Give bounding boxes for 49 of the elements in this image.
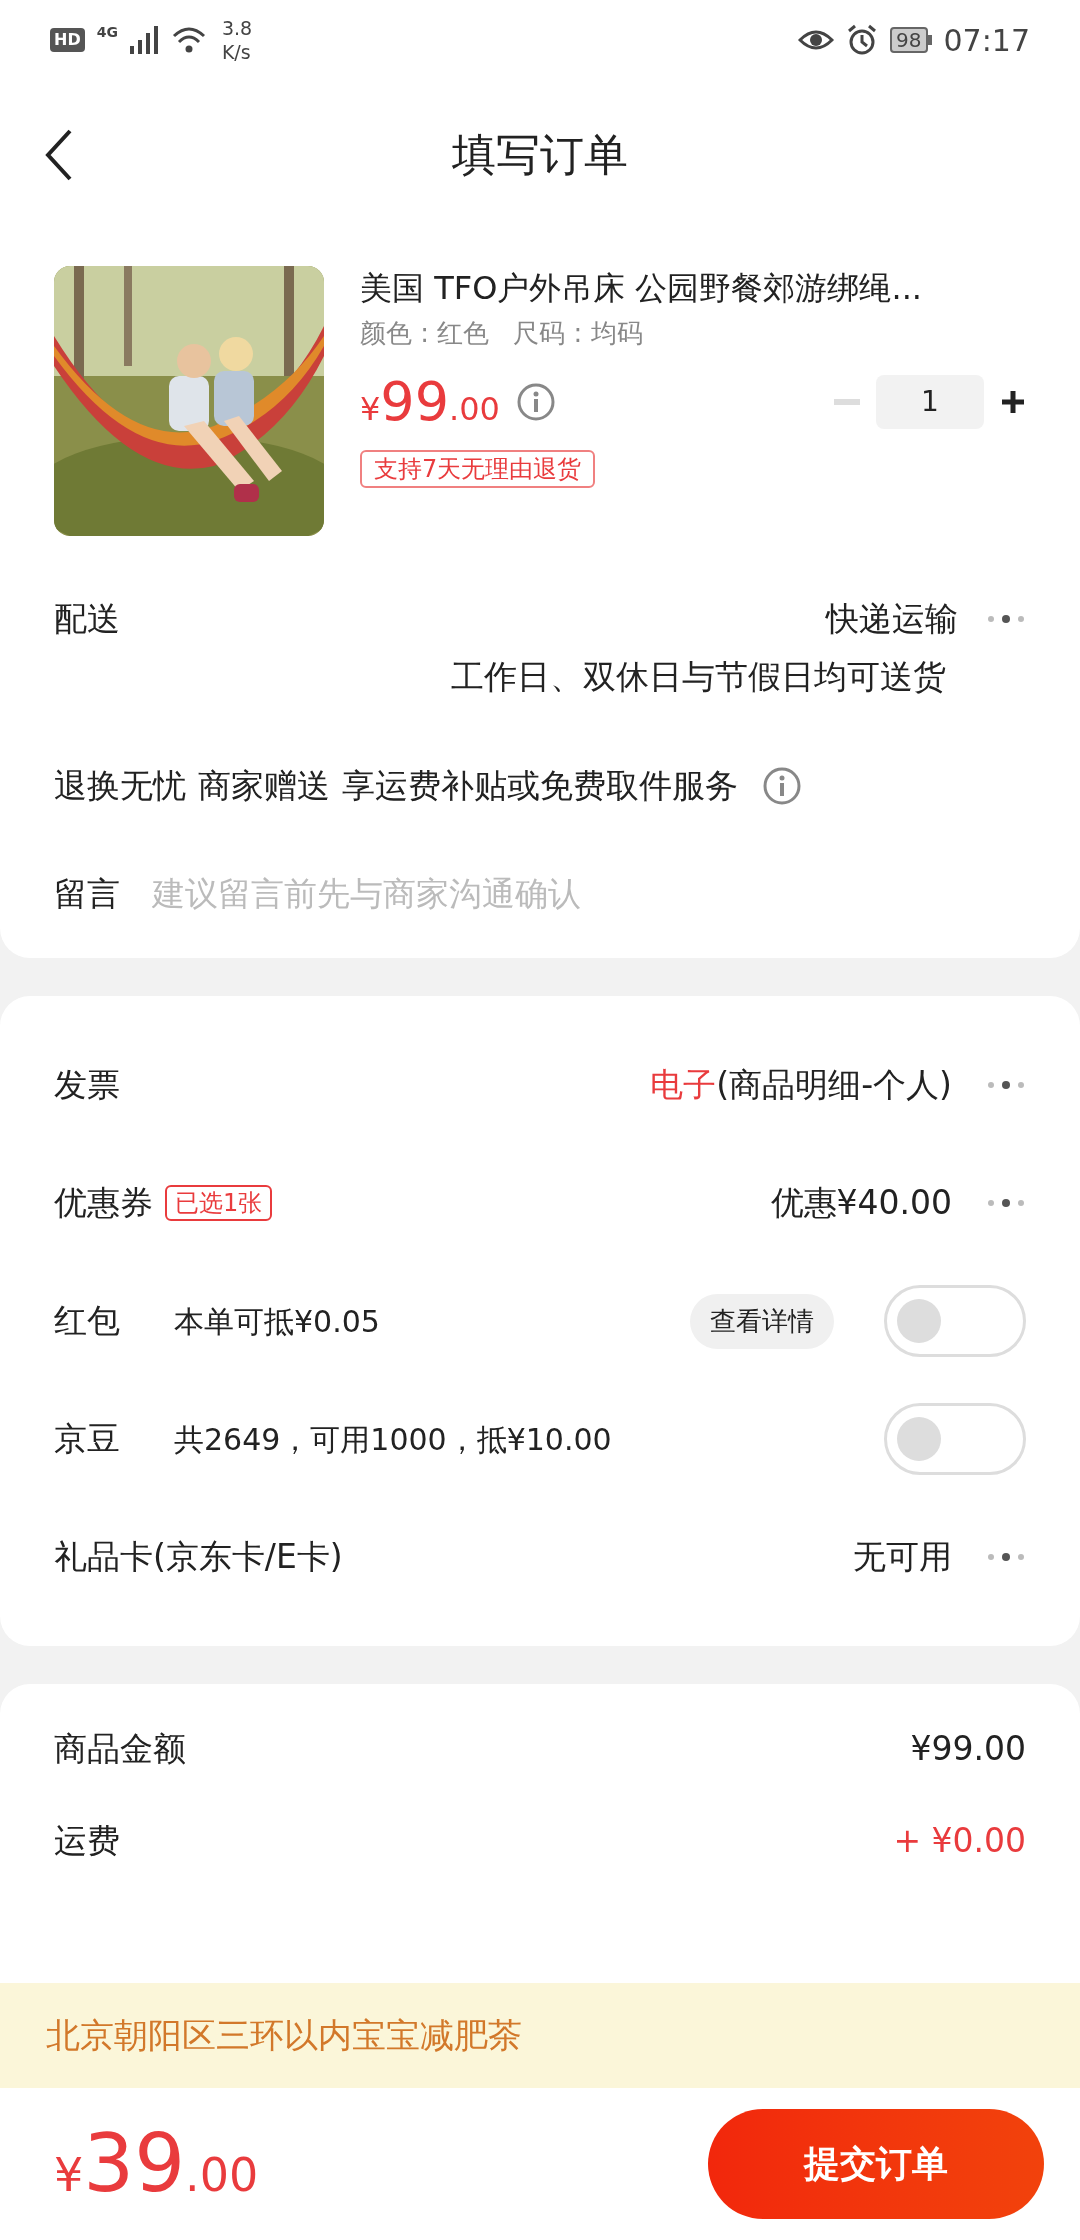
price: ¥39.00 <box>54 2116 259 2212</box>
summary-value: + ¥0.00 <box>893 1819 1026 1862</box>
service-text: 退换无忧 <box>54 765 186 807</box>
option-label: 京豆 <box>54 1418 120 1461</box>
plus-icon[interactable] <box>1000 388 1026 415</box>
hd-badge: HD <box>50 28 85 52</box>
submit-order-button[interactable]: 提交订单 <box>708 2109 1044 2219</box>
summary-label: 商品金额 <box>54 1728 186 1770</box>
return-policy-tag: 支持7天无理由退货 <box>360 450 596 488</box>
wifi-icon <box>171 26 206 54</box>
option-detail: 本单可抵¥0.05 <box>174 1302 380 1341</box>
product-spec: 尺码 : 均码 <box>513 317 643 350</box>
price: ¥99.00 <box>360 369 500 435</box>
summary-label: 运费 <box>54 1819 120 1862</box>
option-value[interactable]: 无可用 <box>853 1532 952 1582</box>
product-spec: 颜色 : 红色 <box>360 317 490 350</box>
details-button[interactable]: 查看详情 <box>690 1293 834 1349</box>
option-detail: 共2649，可用1000，抵¥10.00 <box>174 1420 612 1459</box>
product-title: 美国 TFO户外吊床 公园野餐郊游绑绳... <box>360 268 923 309</box>
signal-icon <box>129 26 160 54</box>
coupon-tag: 已选1张 <box>165 1185 273 1221</box>
quantity-field[interactable]: 1 <box>876 374 984 429</box>
more-icon[interactable] <box>986 612 1026 625</box>
info-icon[interactable] <box>762 765 802 806</box>
more-icon[interactable] <box>986 1079 1026 1091</box>
more-icon[interactable] <box>986 1197 1026 1209</box>
network-speed: 3.8 <box>221 16 253 40</box>
service-text: 商家赠送 <box>198 765 330 807</box>
address-banner: 北京朝阳区三环以内宝宝减肥茶 <box>0 1983 1080 2088</box>
summary-value: ¥99.00 <box>910 1728 1026 1770</box>
option-label: 红包 <box>54 1300 120 1343</box>
alarm-icon <box>846 24 879 56</box>
speed-unit: K/s <box>221 40 252 64</box>
service-text: 享运费补贴或免费取件服务 <box>342 765 738 807</box>
option-label: 礼品卡(京东卡/E卡) <box>54 1536 343 1579</box>
clock: 07:17 <box>943 21 1030 60</box>
info-icon[interactable] <box>515 381 556 422</box>
more-icon[interactable] <box>986 1551 1026 1563</box>
delivery-note: 工作日、双休日与节假日均可送货 <box>451 655 946 698</box>
option-value[interactable]: 优惠¥40.00 <box>770 1178 952 1228</box>
option-value[interactable]: 电子(商品明细-个人) <box>650 1060 952 1110</box>
option-label: 优惠券 <box>54 1182 153 1225</box>
network-label: 4G <box>96 22 118 42</box>
option-label: 发票 <box>54 1064 120 1107</box>
page-title: 填写订单 <box>452 128 628 182</box>
delivery-label: 配送 <box>54 598 120 640</box>
delivery-method: 快递运输 <box>826 598 958 640</box>
message-label: 留言 <box>54 872 120 915</box>
back-icon[interactable] <box>44 128 74 182</box>
